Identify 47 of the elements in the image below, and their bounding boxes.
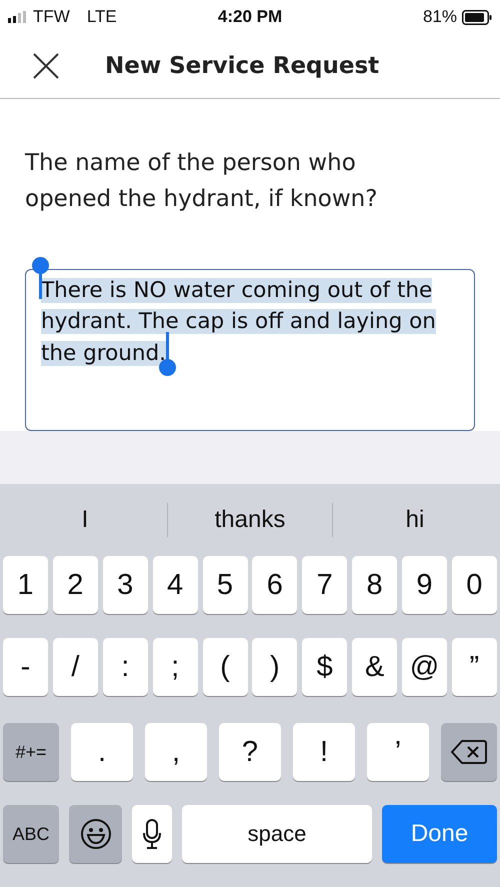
suggestion[interactable]: hi [333,506,497,534]
key[interactable]: 8 [352,556,398,614]
key[interactable]: 6 [252,556,298,614]
key[interactable]: . [71,723,133,782]
key[interactable]: 0 [452,556,497,614]
microphone-icon [142,819,162,850]
battery-percent: 81% [422,7,457,28]
close-icon[interactable] [33,53,59,80]
network-type: LTE [86,7,117,28]
carrier-name: TFW [33,7,70,28]
emoji-key[interactable] [69,805,122,864]
key[interactable]: 3 [102,556,148,614]
signal-icon [8,11,28,24]
question-text: The name of the person who opened the hydrant, if known? [25,148,378,214]
key[interactable]: , [145,723,207,782]
key[interactable]: ; [152,638,198,696]
key[interactable]: $ [302,638,348,696]
key[interactable]: / [52,638,98,696]
status-time: 4:20 PM [218,7,282,28]
backspace-icon [451,739,487,766]
key[interactable]: 2 [52,556,98,614]
key[interactable]: ) [252,638,298,696]
space-key[interactable]: space [182,805,372,864]
key[interactable]: ? [219,723,281,782]
suggestion[interactable]: thanks [168,506,332,534]
key[interactable]: ! [293,723,355,782]
dictation-key[interactable] [132,805,172,864]
delete-key[interactable] [441,723,497,782]
key[interactable]: - [3,638,48,696]
key[interactable]: ” [452,638,497,696]
smiley-icon [80,818,112,850]
done-button[interactable]: Done [382,805,497,864]
suggestion[interactable]: I [3,506,167,534]
battery-icon [462,10,492,25]
key[interactable]: ( [202,638,248,696]
key[interactable]: 1 [3,556,48,614]
key[interactable]: & [352,638,398,696]
key[interactable]: 7 [302,556,348,614]
key[interactable]: 5 [202,556,248,614]
key[interactable]: @ [402,638,447,696]
key[interactable]: : [102,638,148,696]
key[interactable]: 9 [402,556,447,614]
key[interactable]: ’ [367,723,429,782]
mode-key[interactable]: #+= [3,723,59,782]
key[interactable]: 4 [152,556,198,614]
mode-key[interactable]: ABC [3,805,59,864]
screen-title: New Service Request [105,53,380,80]
